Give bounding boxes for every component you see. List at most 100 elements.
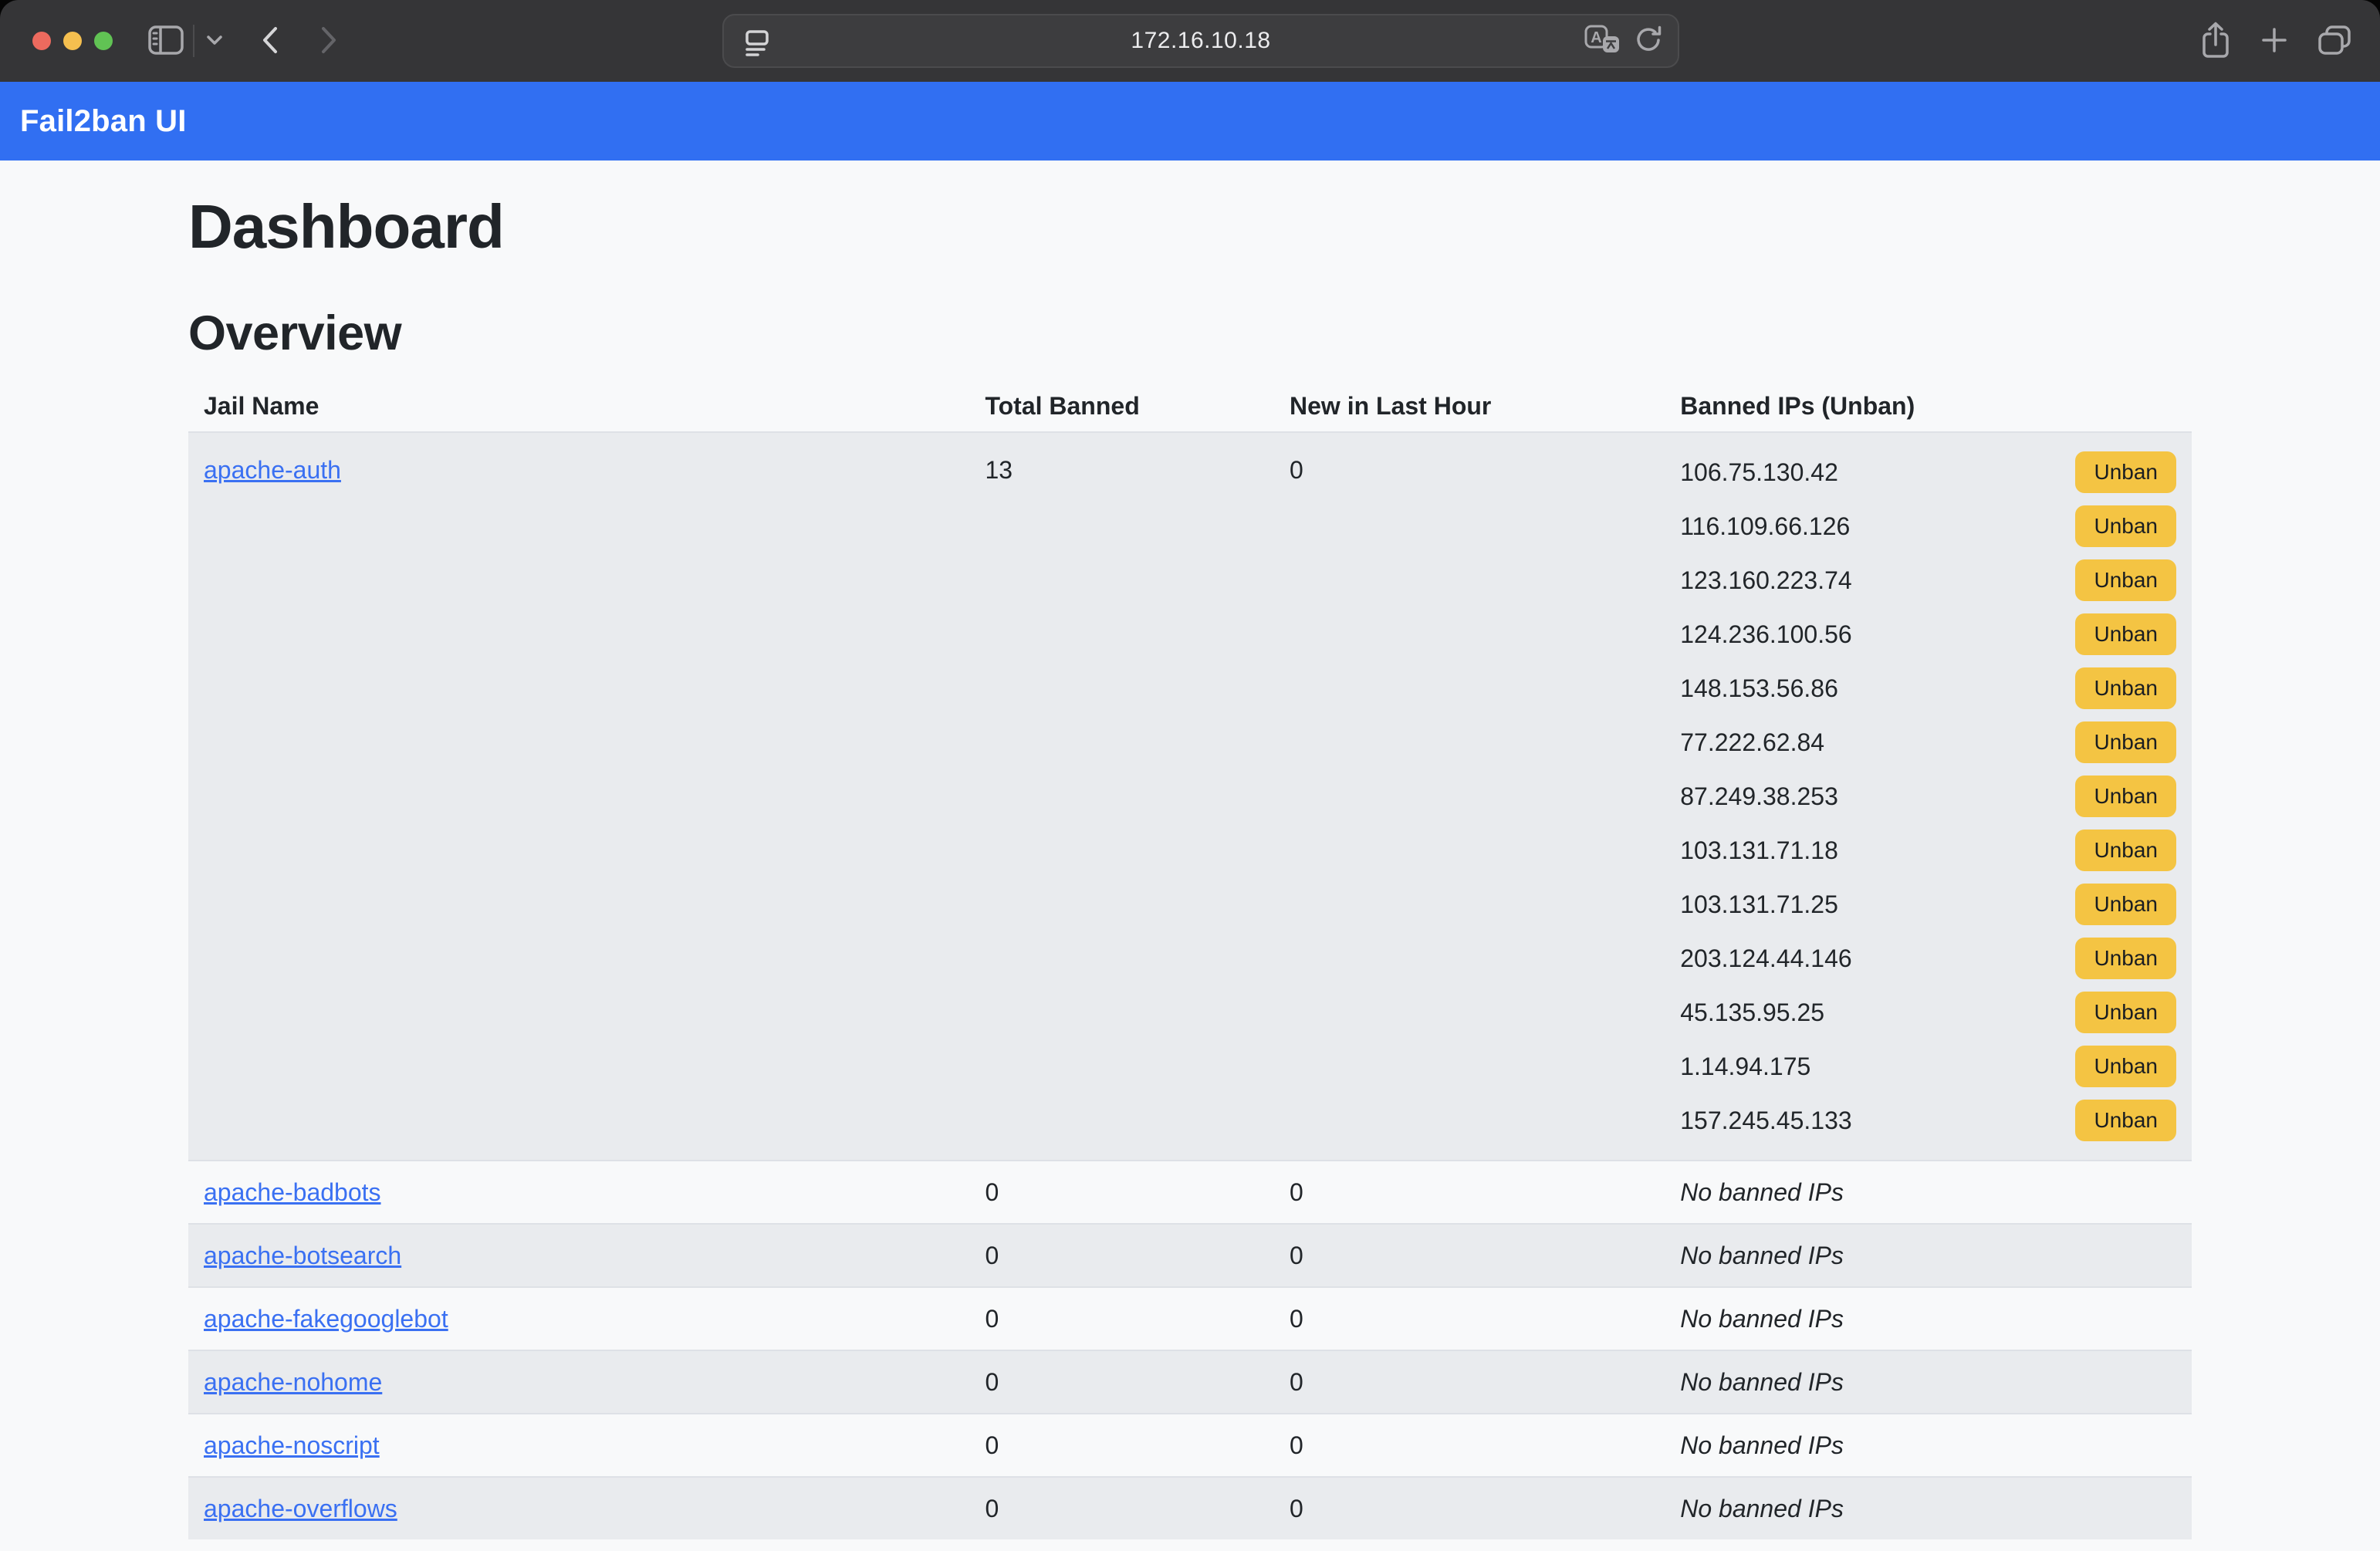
unban-button[interactable]: Unban [2075, 830, 2176, 871]
jail-link[interactable]: apache-noscript [204, 1431, 380, 1459]
banned-ip-address: 87.249.38.253 [1680, 778, 1838, 815]
page-title: Dashboard [188, 191, 2192, 262]
banned-ip-address: 103.131.71.25 [1680, 886, 1838, 923]
banned-ip-address: 103.131.71.18 [1680, 832, 1838, 869]
banned-ips-cell: No banned IPs [1665, 1414, 2192, 1477]
unban-button[interactable]: Unban [2075, 1046, 2176, 1087]
no-banned-ips-label: No banned IPs [1680, 1305, 1844, 1333]
total-banned-cell: 0 [969, 1287, 1274, 1350]
sidebar-menu-button[interactable] [205, 35, 224, 48]
new-last-hour-cell: 0 [1274, 432, 1665, 1161]
banned-ip-row: 203.124.44.146Unban [1680, 938, 2176, 979]
banned-ip-row: 45.135.95.25 Unban [1680, 992, 2176, 1033]
forward-button [319, 25, 338, 57]
no-banned-ips-label: No banned IPs [1680, 1431, 1844, 1459]
new-last-hour-cell: 0 [1274, 1161, 1665, 1224]
banned-ip-row: 103.131.71.25 Unban [1680, 884, 2176, 925]
banned-ip-address: 157.245.45.133 [1680, 1102, 1851, 1139]
close-window-button[interactable] [32, 32, 51, 50]
total-banned-cell: 13 [969, 432, 1274, 1161]
jails-table: Jail Name Total Banned New in Last Hour … [188, 381, 2192, 1539]
table-row: apache-botsearch00No banned IPs [188, 1224, 2192, 1287]
total-banned-cell: 0 [969, 1414, 1274, 1477]
banned-ips-cell: No banned IPs [1665, 1161, 2192, 1224]
unban-button[interactable]: Unban [2075, 505, 2176, 547]
url-text[interactable]: 172.16.10.18 [724, 28, 1678, 54]
forward-icon [319, 25, 338, 57]
page-content: Dashboard Overview Jail Name Total Banne… [0, 161, 2380, 1551]
section-title: Overview [188, 306, 2192, 361]
banned-ips-cell: No banned IPs [1665, 1224, 2192, 1287]
banned-ip-row: 1.14.94.175 Unban [1680, 1046, 2176, 1087]
banned-ip-address: 77.222.62.84 [1680, 724, 1824, 761]
jail-name-cell: apache-fakegooglebot [188, 1287, 969, 1350]
banned-ip-row: 148.153.56.86 Unban [1680, 667, 2176, 709]
reload-icon[interactable] [1633, 24, 1664, 59]
unban-button[interactable]: Unban [2075, 938, 2176, 979]
new-last-hour-cell: 0 [1274, 1350, 1665, 1414]
tabs-overview-icon [2317, 24, 2352, 59]
jail-name-cell: apache-overflows [188, 1477, 969, 1539]
share-button[interactable] [2199, 21, 2232, 62]
jail-link[interactable]: apache-badbots [204, 1178, 381, 1206]
header-banned-ips: Banned IPs (Unban) [1665, 381, 2192, 432]
unban-button[interactable]: Unban [2075, 559, 2176, 601]
site-navbar: Fail2ban UI [0, 82, 2380, 161]
banned-ips-cell: No banned IPs [1665, 1350, 2192, 1414]
jail-link[interactable]: apache-auth [204, 456, 341, 484]
banned-ips-cell: No banned IPs [1665, 1477, 2192, 1539]
sidebar-toggle-button[interactable] [148, 25, 184, 57]
jail-name-cell: apache-auth [188, 432, 969, 1161]
banned-ip-address: 106.75.130.42 [1680, 454, 1838, 491]
tab-overview-button[interactable] [2317, 24, 2352, 59]
banned-ip-row: 77.222.62.84 Unban [1680, 721, 2176, 763]
back-icon [261, 25, 279, 57]
new-last-hour-cell: 0 [1274, 1287, 1665, 1350]
traffic-lights [32, 32, 113, 50]
unban-button[interactable]: Unban [2075, 613, 2176, 655]
banned-ip-row: 87.249.38.253 Unban [1680, 776, 2176, 817]
brand-title[interactable]: Fail2ban UI [20, 104, 187, 139]
translate-icon[interactable]: A [1584, 22, 1621, 60]
share-icon [2199, 21, 2232, 62]
banned-ip-address: 148.153.56.86 [1680, 670, 1838, 707]
no-banned-ips-label: No banned IPs [1680, 1178, 1844, 1206]
minimize-window-button[interactable] [63, 32, 82, 50]
table-row: apache-overflows 00 No banned IPs [188, 1477, 2192, 1539]
jail-link[interactable]: apache-botsearch [204, 1242, 401, 1269]
banned-ips-cell: 106.75.130.42Unban116.109.66.126Unban123… [1665, 432, 2192, 1161]
new-last-hour-cell: 0 [1274, 1477, 1665, 1539]
table-row: apache-noscript00No banned IPs [188, 1414, 2192, 1477]
header-jail-name: Jail Name [188, 381, 969, 432]
banned-ip-address: 1.14.94.175 [1680, 1048, 1810, 1085]
zoom-window-button[interactable] [94, 32, 113, 50]
jail-name-cell: apache-badbots [188, 1161, 969, 1224]
table-row: apache-badbots00No banned IPs [188, 1161, 2192, 1224]
jail-name-cell: apache-noscript [188, 1414, 969, 1477]
unban-button[interactable]: Unban [2075, 1100, 2176, 1141]
unban-button[interactable]: Unban [2075, 776, 2176, 817]
no-banned-ips-label: No banned IPs [1680, 1368, 1844, 1396]
table-row: apache-nohome00No banned IPs [188, 1350, 2192, 1414]
jail-link[interactable]: apache-nohome [204, 1368, 382, 1396]
new-tab-button[interactable] [2260, 25, 2289, 57]
unban-button[interactable]: Unban [2075, 721, 2176, 763]
unban-button[interactable]: Unban [2075, 992, 2176, 1033]
total-banned-cell: 0 [969, 1477, 1274, 1539]
unban-button[interactable]: Unban [2075, 451, 2176, 493]
unban-button[interactable]: Unban [2075, 884, 2176, 925]
jail-link[interactable]: apache-fakegooglebot [204, 1305, 448, 1333]
jail-link[interactable]: apache-overflows [204, 1495, 397, 1522]
banned-ip-address: 45.135.95.25 [1680, 994, 1824, 1031]
jail-table-body: apache-auth130106.75.130.42Unban116.109.… [188, 432, 2192, 1539]
no-banned-ips-label: No banned IPs [1680, 1495, 1844, 1522]
jail-name-cell: apache-botsearch [188, 1224, 969, 1287]
address-bar[interactable]: 172.16.10.18 A [722, 14, 1679, 68]
back-button[interactable] [261, 25, 279, 57]
svg-text:A: A [1591, 29, 1601, 46]
sidebar-toggle-icon [148, 25, 184, 57]
unban-button[interactable]: Unban [2075, 667, 2176, 709]
banned-ip-address: 123.160.223.74 [1680, 562, 1851, 599]
address-bar-actions: A [1584, 15, 1664, 66]
banned-ips-cell: No banned IPs [1665, 1287, 2192, 1350]
